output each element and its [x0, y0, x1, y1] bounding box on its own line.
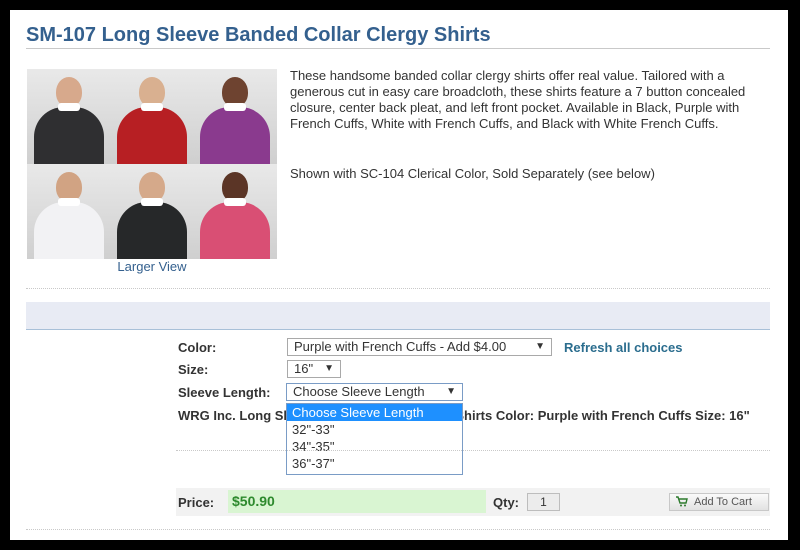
product-image[interactable]: [27, 69, 277, 259]
size-label: Size:: [178, 362, 209, 377]
sleeve-option[interactable]: 34"-35": [287, 438, 462, 455]
refresh-choices-link[interactable]: Refresh all choices: [564, 340, 683, 355]
options-header-band: [26, 302, 770, 330]
page-title: SM-107 Long Sleeve Banded Collar Clergy …: [26, 24, 491, 46]
dropdown-arrow-icon: ▼: [535, 341, 545, 352]
sleeve-length-dropdown-list: Choose Sleeve Length 32"-33" 34"-35" 36"…: [286, 403, 463, 475]
configuration-summary: WRG Inc. Long Sleeve Banded Collar Clerg…: [178, 408, 750, 423]
cart-icon: [676, 496, 688, 507]
price-value: $50.90: [228, 490, 486, 513]
quantity-input[interactable]: 1: [527, 493, 560, 511]
page-frame: SM-107 Long Sleeve Banded Collar Clergy …: [10, 10, 788, 540]
larger-view-link[interactable]: Larger View: [27, 259, 277, 274]
shown-with-note: Shown with SC-104 Clerical Color, Sold S…: [290, 166, 655, 181]
size-select-value: 16": [294, 361, 314, 376]
sleeve-option[interactable]: 36"-37": [287, 455, 462, 472]
sleeve-option[interactable]: 32"-33": [287, 421, 462, 438]
color-select[interactable]: Purple with French Cuffs - Add $4.00 ▼: [287, 338, 552, 356]
price-label: Price:: [178, 495, 215, 510]
product-photo: [27, 164, 111, 259]
add-to-cart-button[interactable]: Add To Cart: [669, 493, 769, 511]
product-photo: [110, 69, 194, 164]
color-label: Color:: [178, 340, 217, 355]
product-photo: [193, 69, 277, 164]
qty-label: Qty:: [493, 495, 519, 510]
product-description: These handsome banded collar clergy shir…: [290, 68, 746, 131]
sleeve-option[interactable]: Choose Sleeve Length: [287, 404, 462, 421]
add-to-cart-label: Add To Cart: [694, 496, 752, 508]
size-select[interactable]: 16" ▼: [287, 360, 341, 378]
dropdown-arrow-icon: ▼: [324, 363, 334, 374]
sleeve-length-select[interactable]: Choose Sleeve Length ▼: [286, 383, 463, 401]
sleeve-length-label: Sleeve Length:: [178, 385, 271, 400]
divider: [26, 529, 770, 530]
sleeve-length-select-value: Choose Sleeve Length: [293, 384, 425, 399]
dropdown-arrow-icon: ▼: [446, 386, 456, 397]
divider: [176, 450, 770, 451]
product-photo: [27, 69, 111, 164]
product-photo: [193, 164, 277, 259]
product-photo: [110, 164, 194, 259]
divider: [26, 288, 770, 289]
color-select-value: Purple with French Cuffs - Add $4.00: [294, 339, 507, 354]
title-divider: [26, 48, 770, 49]
